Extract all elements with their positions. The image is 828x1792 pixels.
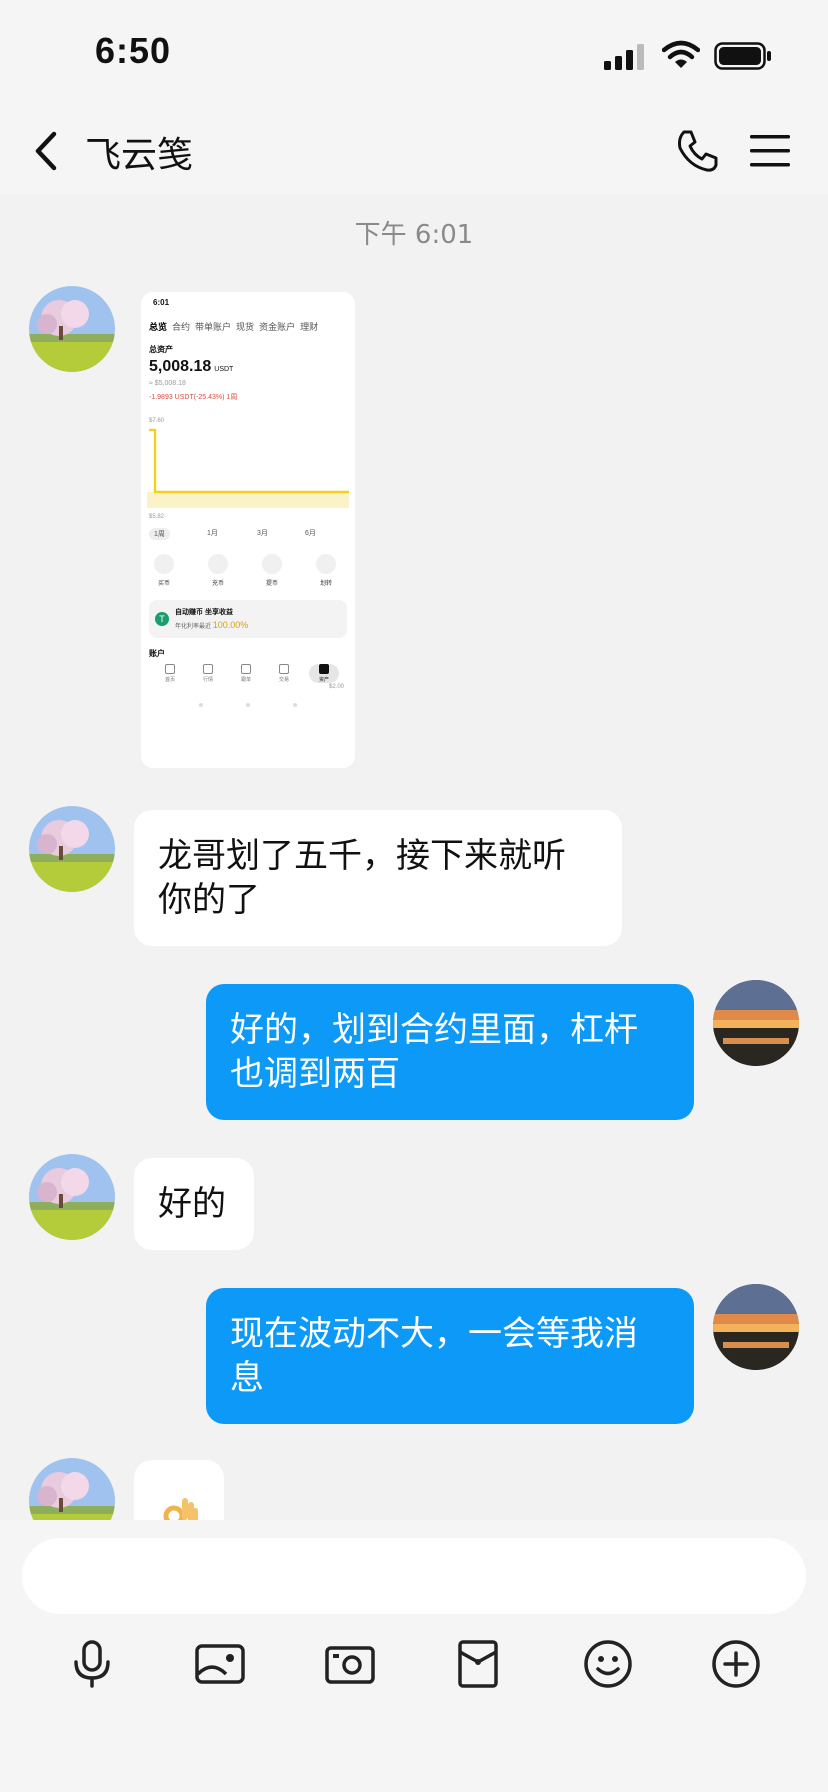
emoji-button[interactable] [580,1636,636,1692]
microphone-icon [74,1640,110,1688]
message-input[interactable] [22,1538,806,1614]
outgoing-message-bubble[interactable]: 现在波动不大，一会等我消息 [206,1288,694,1424]
incoming-message-bubble[interactable]: 龙哥划了五千，接下来就听你的了 [134,810,622,946]
camera-icon [325,1646,375,1684]
screenshot-nav-item: 交易 [269,664,299,683]
screenshot-tab: 理财 [300,322,319,332]
screenshot-tabs: 总览 合约 带单账户 现货 资金账户 理财 [149,320,323,333]
message-composer [0,1520,828,1792]
screenshot-value-number: 5,008.18 [149,358,212,375]
shared-screenshot-image[interactable]: 6:01 总览 合约 带单账户 现货 资金账户 理财 总资产 5,008.18 USDT ≈… [141,292,355,768]
phone-call-icon[interactable] [674,128,720,174]
screenshot-time: 6:01 [153,298,170,307]
red-packet-button[interactable] [450,1636,506,1692]
screenshot-bottom-nav: 首页 行情 跟单 交易 资产 [145,660,351,690]
chat-header: 飞云笺 [0,110,828,194]
screenshot-total-value: 5,008.18 USDT [149,358,233,376]
photo-button[interactable] [192,1636,248,1692]
screenshot-tab: 资金账户 [259,322,296,332]
screenshot-chart-high: $7.60 [149,418,165,424]
status-bar: 6:50 [0,0,828,110]
user-avatar[interactable] [713,980,799,1066]
battery-icon [714,42,771,70]
screenshot-earn-sub-text: 年化利率最近 [175,624,212,630]
status-time: 6:50 [95,30,172,71]
image-icon [195,1644,245,1684]
screenshot-earn-badge: T [155,612,169,626]
red-packet-icon [458,1640,498,1688]
emoji-message-bubble[interactable] [134,1460,224,1520]
chat-title: 飞云笺 [85,135,194,176]
screenshot-action-label: 提币 [265,581,278,587]
contact-avatar[interactable] [29,1458,115,1520]
incoming-message-bubble[interactable]: 好的 [134,1158,254,1250]
screenshot-nav-label: 交易 [278,677,289,683]
message-list[interactable]: 下午 6:01 6:01 总览 合约 带单账户 现货 资金账户 理财 总资产 5,008.… [0,194,828,1520]
camera-button[interactable] [322,1636,378,1692]
screenshot-nav-label: 资产 [318,677,329,683]
screenshot-change: -1.9893 USDT(-25.43%) 1周 [149,394,238,401]
outgoing-message-bubble[interactable]: 好的，划到合约里面，杠杆也调到两百 [206,984,694,1120]
plus-icon [712,1640,760,1688]
wifi-icon [662,40,700,68]
screenshot-nav-item: 资产 [309,664,339,683]
screenshot-tab: 总览 [149,322,168,332]
screenshot-period: 6月 [305,530,316,537]
more-button[interactable] [708,1636,764,1692]
screenshot-action: 充币 [203,554,233,587]
screenshot-asset-chart: $7.60 $5.82 [147,418,349,520]
screenshot-account-label: 账户 [149,649,165,658]
screenshot-side-value: $2.00 [329,684,345,690]
screenshot-actions: 买币 充币 提币 划转 [149,554,347,594]
contact-avatar[interactable] [29,286,115,372]
voice-button[interactable] [64,1636,120,1692]
contact-avatar[interactable] [29,1154,115,1240]
screenshot-earn-card: T 自动赚币 坐享收益 年化利率最近 100.00% [149,600,347,638]
screenshot-nav-label: 跟单 [240,677,251,683]
screenshot-period: 3月 [257,530,268,537]
screenshot-earn-sub: 年化利率最近 100.00% [175,620,248,630]
screenshot-tab: 带单账户 [195,322,232,332]
screenshot-action: 划转 [311,554,341,587]
screenshot-nav-item: 首页 [155,664,185,683]
screenshot-nav-label: 首页 [164,677,175,683]
screenshot-chart-low: $5.82 [149,514,165,520]
message-timestamp: 下午 6:01 [354,220,474,250]
screenshot-home-indicator [199,703,297,707]
screenshot-earn-title: 自动赚币 坐享收益 [175,609,233,616]
screenshot-action-label: 买币 [157,581,170,587]
screenshot-action-label: 充币 [211,581,224,587]
cellular-signal-icon [604,44,644,70]
screenshot-total-label: 总资产 [149,345,173,354]
screenshot-action-label: 划转 [319,581,332,587]
back-arrow-icon[interactable] [30,126,66,176]
screenshot-earn-rate: 100.00% [212,620,249,630]
screenshot-nav-label: 行情 [202,677,213,683]
screenshot-period: 1月 [207,530,218,537]
screenshot-nav-item: 行情 [193,664,223,683]
screenshot-tab: 现货 [236,322,255,332]
screenshot-nav-item: 跟单 [231,664,261,683]
screenshot-period: 1周 [149,528,170,540]
ok-hand-emoji-icon [163,1498,198,1520]
screenshot-approx-value: ≈ $5,008.18 [149,380,186,387]
screenshot-action: 提币 [257,554,287,587]
menu-icon[interactable] [746,130,794,172]
screenshot-unit: USDT [214,366,234,373]
contact-avatar[interactable] [29,806,115,892]
screenshot-tab: 合约 [172,322,191,332]
screenshot-action: 买币 [149,554,179,587]
emoji-icon [584,1640,632,1688]
user-avatar[interactable] [713,1284,799,1370]
